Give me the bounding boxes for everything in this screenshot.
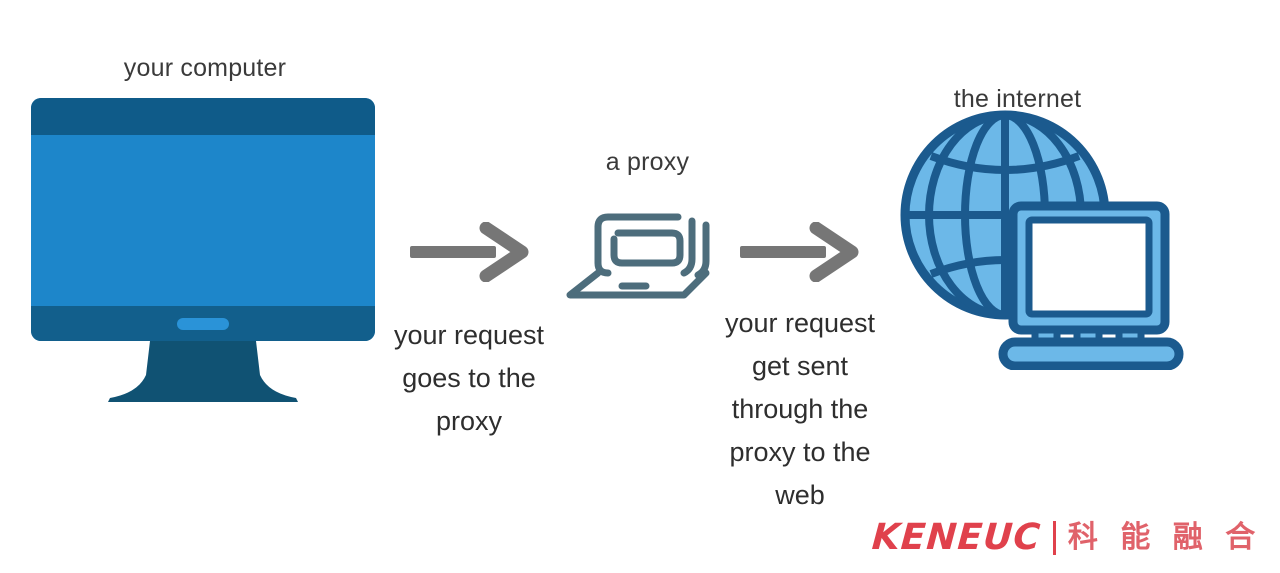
monitor-screen [31, 98, 375, 341]
arrow-right-icon [410, 221, 530, 287]
arrow-right-icon [740, 221, 860, 287]
proxy-label: a proxy [605, 148, 690, 176]
brand-divider [1052, 521, 1056, 555]
monitor-led-indicator [177, 318, 229, 330]
stacked-laptop-icon [560, 193, 720, 308]
brand-logo: KENEUC 科 能 融 合 [870, 515, 1262, 561]
step-one-text: your request goes to the proxy [393, 320, 545, 436]
monitor-neck [175, 341, 231, 389]
proxy-diagram: your computer your request goes to the p… [0, 0, 1280, 573]
globe-with-monitor-icon [895, 110, 1185, 375]
internet-monitor-icon [998, 201, 1184, 371]
desktop-monitor-icon [31, 98, 375, 403]
brand-latin-text: KENEUC [870, 517, 1043, 558]
monitor-top-bezel [31, 98, 375, 135]
monitor-bottom-bezel [31, 306, 375, 341]
brand-cjk-text: 科 能 融 合 [1067, 520, 1262, 555]
computer-label: your computer [123, 54, 287, 82]
step-two-text: your request get sent through the proxy … [724, 308, 876, 510]
